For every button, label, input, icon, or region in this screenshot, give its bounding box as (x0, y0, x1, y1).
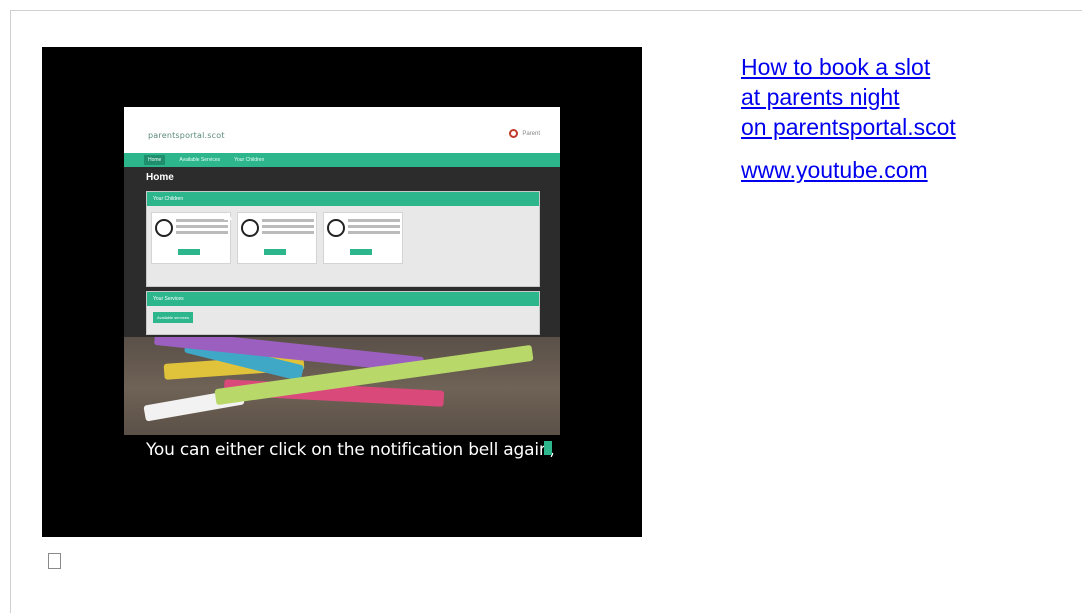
video-caption-text: You can either click on the notification… (146, 440, 555, 460)
avatar-icon (327, 219, 345, 237)
video-caption: You can either click on the notification… (124, 435, 560, 465)
title-line-1: How to book a slot (741, 54, 931, 80)
booking-tab-available: Available services (153, 312, 193, 323)
portal-user: Parent (509, 129, 540, 138)
child-action-button (350, 249, 372, 255)
booking-tabs: Available services (147, 306, 539, 329)
caption-marker-icon (544, 441, 552, 455)
avatar-icon (155, 219, 173, 237)
child-card (323, 212, 403, 264)
child-action-button (178, 249, 200, 255)
children-row (147, 206, 539, 264)
user-icon (509, 129, 519, 138)
portal-user-label: Parent (522, 130, 540, 137)
children-panel: Your Children (146, 191, 540, 287)
link-block: How to book a slot at parents night on p… (741, 52, 956, 185)
title-line-2: at parents night (741, 84, 900, 110)
children-panel-header: Your Children (147, 192, 539, 206)
child-card (237, 212, 317, 264)
portal-header: parentsportal.scot Parent (124, 107, 560, 153)
video-frame: parentsportal.scot Parent Home Available… (124, 107, 560, 465)
avatar-icon (241, 219, 259, 237)
title-line-3: on parentsportal.scot (741, 114, 956, 140)
child-card (151, 212, 231, 264)
bookings-panel-header: Your Services (147, 292, 539, 306)
portal-page-title: Home (146, 172, 174, 183)
portal-nav-services: Available Services (179, 157, 221, 163)
mouse-cursor-icon (224, 212, 232, 220)
portal-body: Home Your Children Your Services Availab… (124, 167, 560, 465)
portal-nav-children: Your Children (234, 157, 265, 163)
child-action-button (264, 249, 286, 255)
video-title-link[interactable]: How to book a slot at parents night on p… (741, 52, 956, 142)
video-thumbnail[interactable]: parentsportal.scot Parent Home Available… (42, 47, 642, 537)
portal-logo: parentsportal.scot (148, 131, 225, 140)
portal-nav-home: Home (144, 155, 166, 165)
broken-image-icon (48, 553, 61, 569)
portal-nav: Home Available Services Your Children (124, 153, 560, 167)
bookings-panel: Your Services Available services (146, 291, 540, 335)
source-link[interactable]: www.youtube.com (741, 155, 956, 185)
